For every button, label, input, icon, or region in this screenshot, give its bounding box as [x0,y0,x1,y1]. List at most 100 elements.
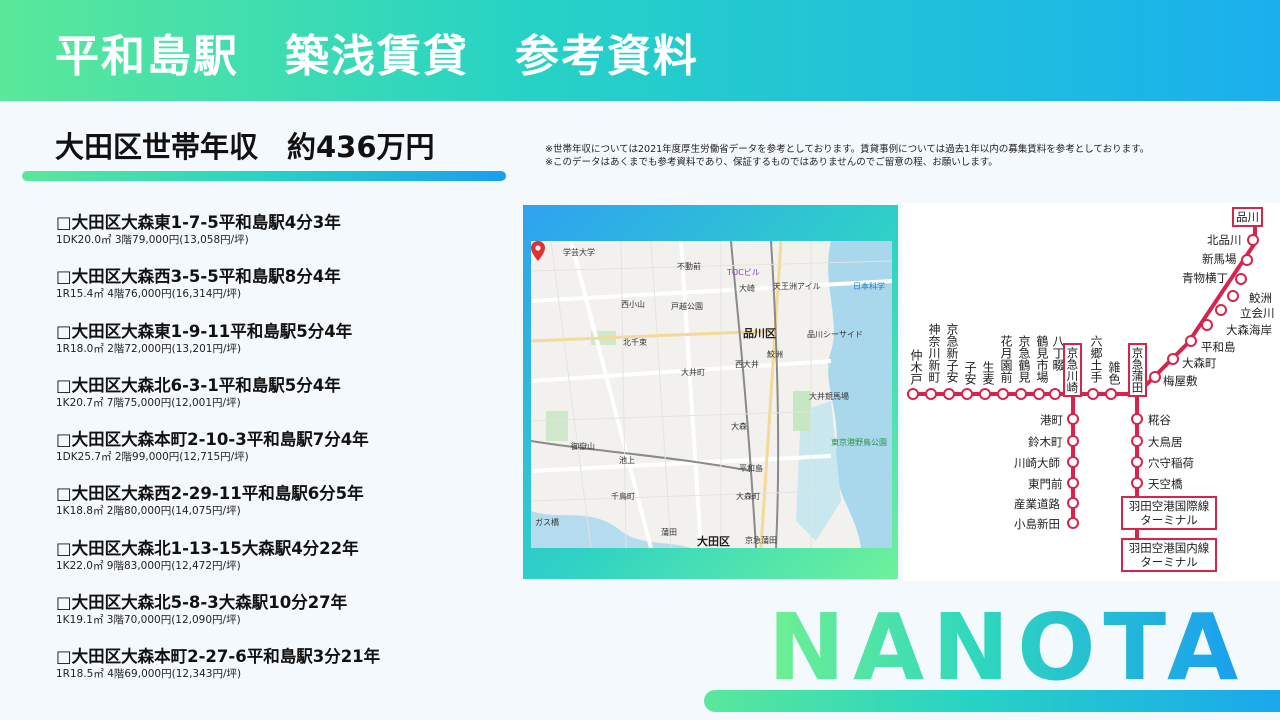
map-label: 北千束 [623,338,647,347]
station-label: 京急新子安 [945,323,959,383]
summary-underline [22,171,506,181]
rental-listings: □大田区大森東1-7-5平和島駅4分3年 1DK20.0㎡ 3階79,000円(… [56,212,516,701]
station-label: 糀谷 [1148,413,1171,427]
station-label: 穴守稲荷 [1148,456,1194,470]
map-label: 池上 [619,456,635,465]
map-label: 御嶽山 [571,442,595,451]
map-label: 大井町 [681,368,705,377]
list-item: □大田区大森北5-8-3大森駅10分27年 1K19.1㎡ 3階70,000円(… [56,592,516,646]
listing-detail: 1K22.0㎡ 9階83,000円(12,472円/坪) [56,559,241,572]
station-label: 花月園前 [999,335,1013,383]
station-label: 北品川 [1207,233,1242,247]
listing-title: □大田区大森東1-9-11平和島駅5分4年 [56,321,353,341]
map-label: 品川区 [743,327,776,340]
station-box-kawasaki: 京急川崎 [1063,343,1082,397]
note-line: ※このデータはあくまでも参考資料であり、保証するものではありませんのでご留意の程… [545,157,998,168]
map-label: 大森 [731,422,747,431]
station-label: 鮫洲 [1249,291,1272,305]
map-label: 京急蒲田 [745,536,777,545]
station-label: 産業道路 [1014,497,1060,511]
listing-detail: 1DK20.0㎡ 3階79,000円(13,058円/坪) [56,234,249,246]
station-label: 立会川 [1240,306,1275,320]
list-item: □大田区大森西3-5-5平和島駅8分4年 1R15.4㎡ 4階76,000円(1… [56,266,516,320]
footer-accent-bar [704,690,1280,712]
list-item: □大田区大森西2-29-11平和島駅6分5年 1K18.8㎡ 2階80,000円… [56,483,516,537]
station-label: 仲木戸 [909,349,923,385]
map-label: 戸越公園 [671,302,703,311]
station-label: 生麦 [981,361,995,385]
listing-title: □大田区大森北5-8-3大森駅10分27年 [56,593,348,613]
station-label: 新馬場 [1202,252,1237,266]
station-label: 大森海岸 [1226,323,1272,337]
note-line: ※世帯年収については2021年度厚生労働省データを参考としております。賃貸事例に… [545,144,1150,155]
station-label: 小島新田 [1014,517,1060,531]
map-label: 東京港野鳥公園 [831,438,887,447]
map-label: 千鳥町 [611,492,635,501]
station-label: 大鳥居 [1148,435,1183,449]
listing-title: □大田区大森東1-7-5平和島駅4分3年 [56,213,341,232]
household-income-summary: 大田区世帯年収 約436万円 [55,130,435,164]
map-frame: 学芸大学 不動前 TOCビル 大崎 天王洲アイル 日本科学 西小山 戸越公園 品… [523,205,898,579]
listing-title: □大田区大森西2-29-11平和島駅6分5年 [56,484,364,504]
listing-title: □大田区大森北1-13-15大森駅4分22年 [56,538,359,558]
station-label: 川崎大師 [1014,456,1060,470]
map-label: 不動前 [677,262,701,271]
station-label: 梅屋敷 [1163,374,1198,388]
station-box-shinagawa: 品川 [1232,207,1263,227]
disclaimer-notes: ※世帯年収については2021年度厚生労働省データを参考としております。賃貸事例に… [545,143,1149,169]
map-label: 平和島 [739,464,763,473]
station-label: 鶴見市場 [1035,335,1049,383]
list-item: □大田区大森北6-3-1平和島駅5分4年 1K20.7㎡ 7階75,000円(1… [56,375,516,429]
map-label: 大森町 [736,492,760,501]
station-label: 天空橋 [1148,477,1183,491]
station-label: 東門前 [1028,477,1063,491]
station-label: 鈴木町 [1028,435,1063,449]
map-label: 西大井 [735,360,759,369]
listing-title: □大田区大森本町2-27-6平和島駅3分21年 [56,647,381,667]
list-item: □大田区大森東1-7-5平和島駅4分3年 1DK20.0㎡ 3階79,000円(… [56,212,516,266]
list-item: □大田区大森東1-9-11平和島駅5分4年 1R18.0㎡ 2階72,000円(… [56,321,516,375]
listing-detail: 1R18.5㎡ 4階69,000円(12,343円/坪) [56,668,242,681]
station-label: 青物横丁 [1182,271,1228,285]
station-label: 港町 [1040,413,1063,427]
map-label: 天王洲アイル [773,282,821,291]
listing-detail: 1R15.4㎡ 4階76,000円(16,314円/坪) [56,288,242,301]
station-box-intl-terminal: 羽田空港国際線 ターミナル [1121,496,1217,530]
listing-detail: 1K19.1㎡ 3階70,000円(12,090円/坪) [56,614,241,627]
station-box-domestic-terminal: 羽田空港国内線 ターミナル [1121,538,1217,572]
listing-detail: 1K18.8㎡ 2階80,000円(14,075円/坪) [56,505,241,518]
station-label: 神奈川新町 [927,323,941,383]
map-label: 大田区 [697,535,730,548]
map-label: 日本科学 [853,282,885,291]
nanota-logo: NANOTA [768,594,1247,701]
page-title: 平和島駅 築浅賃貸 参考資料 [55,31,699,82]
map-label: 鮫洲 [767,350,783,359]
listing-title: □大田区大森本町2-10-3平和島駅7分4年 [56,430,369,450]
map-label: 蒲田 [661,528,677,537]
station-box-kamata: 京急蒲田 [1128,343,1147,397]
station-label: 子安 [963,361,977,385]
location-pin-icon [531,241,545,261]
map-label: 大井競馬場 [809,392,849,401]
map-label: TOCビル [727,268,760,277]
list-item: □大田区大森本町2-27-6平和島駅3分21年 1R18.5㎡ 4階69,000… [56,646,516,700]
listing-title: □大田区大森北6-3-1平和島駅5分4年 [56,375,341,395]
map-label: 西小山 [621,300,645,309]
map-label: 学芸大学 [563,248,595,257]
area-map[interactable]: 学芸大学 不動前 TOCビル 大崎 天王洲アイル 日本科学 西小山 戸越公園 品… [531,241,892,548]
listing-detail: 1DK25.7㎡ 2階99,000円(12,715円/坪) [56,451,249,464]
station-label: 大森町 [1182,356,1217,370]
listing-title: □大田区大森西3-5-5平和島駅8分4年 [56,267,341,287]
station-label: 平和島 [1201,340,1236,354]
header-banner: 平和島駅 築浅賃貸 参考資料 [0,0,1280,101]
map-label: 大崎 [739,284,755,293]
station-label: 京急鶴見 [1017,335,1031,383]
keikyu-route-map: 仲木戸 神奈川新町 京急新子安 子安 生麦 花月園前 京急鶴見 鶴見市場 八丁畷… [903,203,1280,581]
map-label: ガス橋 [535,518,559,527]
station-label: 雑色 [1107,361,1121,385]
station-label: 六郷土手 [1089,335,1103,383]
listing-detail: 1R18.0㎡ 2階72,000円(13,201円/坪) [56,342,242,355]
list-item: □大田区大森本町2-10-3平和島駅7分4年 1DK25.7㎡ 2階99,000… [56,429,516,483]
listing-detail: 1K20.7㎡ 7階75,000円(12,001円/坪) [56,396,241,409]
map-label: 品川シーサイド [807,330,863,339]
